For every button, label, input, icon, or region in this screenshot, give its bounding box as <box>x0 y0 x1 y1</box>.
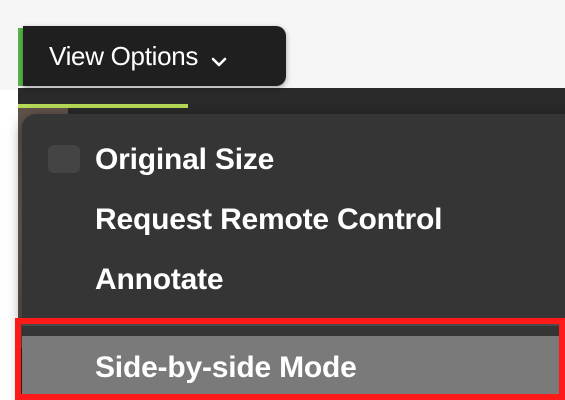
view-options-menu: Original Size Request Remote Control Ann… <box>22 114 565 400</box>
menu-item-annotate[interactable]: Annotate <box>22 250 565 310</box>
screen: View Options Original Size Request Remot… <box>0 0 565 400</box>
menu-divider <box>22 324 565 326</box>
menu-item-label: Request Remote Control <box>95 203 443 236</box>
menu-item-label: Side-by-side Mode <box>95 351 357 384</box>
view-options-label: View Options <box>49 40 199 71</box>
chevron-down-icon <box>210 47 228 67</box>
menu-item-label: Annotate <box>95 263 224 296</box>
menu-item-request-remote-control[interactable]: Request Remote Control <box>22 190 565 250</box>
menu-item-side-by-side-mode[interactable]: Side-by-side Mode <box>22 336 565 400</box>
view-options-button[interactable]: View Options <box>23 26 286 86</box>
menu-item-original-size[interactable]: Original Size <box>22 130 565 190</box>
menu-item-label: Original Size <box>95 143 275 176</box>
